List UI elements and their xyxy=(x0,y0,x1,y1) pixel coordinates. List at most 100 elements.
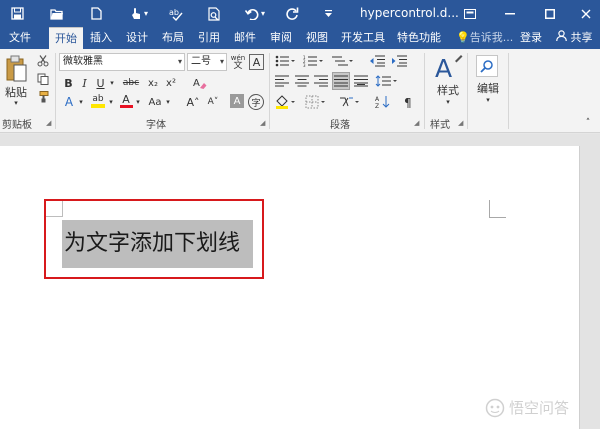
tab-file[interactable]: 文件 xyxy=(2,27,38,49)
separator xyxy=(269,53,270,129)
bold-button[interactable]: B xyxy=(62,75,75,91)
styles-button[interactable]: 样式 xyxy=(432,83,464,97)
tell-me-box[interactable]: 💡告诉我... xyxy=(456,27,513,49)
svg-text:¶: ¶ xyxy=(404,96,412,108)
shrink-font-button[interactable]: A˅ xyxy=(205,94,221,110)
change-case-button[interactable]: Aa xyxy=(146,94,164,110)
phonetic-guide-icon[interactable]: wén 文 xyxy=(230,52,246,72)
clipboard-launcher-icon[interactable]: ◢ xyxy=(46,119,51,127)
paragraph-launcher-icon[interactable]: ◢ xyxy=(414,119,419,127)
tab-design[interactable]: 设计 xyxy=(122,27,152,49)
touch-mode-icon[interactable]: ▾ xyxy=(124,0,154,27)
text-effects-chevron-icon[interactable]: ▾ xyxy=(77,94,85,110)
document-page[interactable] xyxy=(0,146,580,429)
cut-icon[interactable] xyxy=(36,54,50,68)
character-shading-button[interactable]: A xyxy=(230,94,244,108)
font-name-combo[interactable]: 微软雅黑 ▾ xyxy=(59,53,185,71)
tab-layout[interactable]: 布局 xyxy=(158,27,188,49)
chinese-layout-icon[interactable] xyxy=(338,94,362,110)
format-painter-icon[interactable] xyxy=(36,90,50,104)
tab-mailings[interactable]: 邮件 xyxy=(230,27,260,49)
tab-references[interactable]: 引用 xyxy=(194,27,224,49)
increase-indent-icon[interactable] xyxy=(390,54,408,68)
font-color-button[interactable]: A xyxy=(119,92,133,110)
find-icon[interactable] xyxy=(476,55,498,77)
chevron-down-icon: ▾ xyxy=(219,57,224,66)
open-folder-icon[interactable] xyxy=(44,0,70,27)
align-left-icon[interactable] xyxy=(274,73,290,89)
copy-icon[interactable] xyxy=(36,72,50,86)
font-color-chevron-icon[interactable]: ▾ xyxy=(134,94,142,110)
font-group-label: 字体 xyxy=(146,120,166,131)
align-center-icon[interactable] xyxy=(294,73,310,89)
svg-text:Z: Z xyxy=(375,103,379,109)
tab-home[interactable]: 开始 xyxy=(49,27,83,49)
justify-icon[interactable] xyxy=(332,72,350,90)
clear-formatting-icon[interactable]: A xyxy=(192,75,208,91)
show-hide-marks-icon[interactable]: ¶ xyxy=(402,94,418,110)
tab-developer[interactable]: 开发工具 xyxy=(338,27,388,49)
tab-special-features[interactable]: 特色功能 xyxy=(394,27,444,49)
separator xyxy=(424,53,425,129)
editing-button[interactable]: 编辑 xyxy=(472,81,504,95)
collapse-ribbon-icon[interactable]: ˄ xyxy=(582,117,594,129)
borders-icon[interactable] xyxy=(304,94,328,110)
sign-in-link[interactable]: 登录 xyxy=(520,27,542,49)
character-border-icon[interactable]: A xyxy=(249,54,264,70)
multilevel-list-icon[interactable] xyxy=(330,54,354,68)
subscript-button[interactable]: x₂ xyxy=(146,75,160,91)
text-effects-button[interactable]: A xyxy=(62,94,76,110)
sort-icon[interactable]: AZ xyxy=(374,94,392,110)
svg-text:3: 3 xyxy=(303,63,306,67)
tab-insert[interactable]: 插入 xyxy=(86,27,116,49)
superscript-button[interactable]: x² xyxy=(164,75,178,91)
shading-icon[interactable] xyxy=(274,94,298,110)
separator xyxy=(55,53,56,129)
highlight-button[interactable]: ab xyxy=(90,92,106,110)
spelling-check-icon[interactable]: ab xyxy=(164,0,188,27)
tab-review[interactable]: 审阅 xyxy=(266,27,296,49)
close-button[interactable] xyxy=(572,0,600,27)
new-document-icon[interactable] xyxy=(84,0,108,27)
tab-view[interactable]: 视图 xyxy=(302,27,332,49)
align-right-icon[interactable] xyxy=(313,73,329,89)
styles-gallery-icon[interactable]: A xyxy=(432,53,464,83)
share-button[interactable]: 共享 xyxy=(556,27,593,49)
title-bar: ▾ ab ▾ hypercontrol.d... xyxy=(0,0,600,27)
redo-icon[interactable] xyxy=(280,0,304,27)
styles-launcher-icon[interactable]: ◢ xyxy=(458,119,463,127)
save-icon[interactable] xyxy=(4,0,30,27)
paste-button[interactable]: 粘贴 xyxy=(2,85,30,99)
font-size-combo[interactable]: 二号 ▾ xyxy=(187,53,227,71)
print-preview-icon[interactable] xyxy=(202,0,226,27)
change-case-chevron-icon[interactable]: ▾ xyxy=(164,94,172,110)
distributed-align-icon[interactable] xyxy=(353,73,369,89)
ribbon-display-options-button[interactable] xyxy=(456,0,484,27)
underline-button[interactable]: U xyxy=(94,75,107,91)
grow-font-button[interactable]: A˄ xyxy=(185,94,201,110)
underline-chevron-icon[interactable]: ▾ xyxy=(108,75,116,91)
minimize-button[interactable] xyxy=(496,0,524,27)
person-icon xyxy=(556,30,571,44)
font-launcher-icon[interactable]: ◢ xyxy=(260,119,265,127)
styles-chevron-icon[interactable]: ▾ xyxy=(442,97,454,107)
enclose-characters-button[interactable]: 字 xyxy=(248,94,264,110)
numbering-icon[interactable]: 123 xyxy=(302,54,324,68)
undo-icon[interactable]: ▾ xyxy=(240,0,270,27)
decrease-indent-icon[interactable] xyxy=(368,54,386,68)
line-spacing-icon[interactable] xyxy=(374,73,398,89)
paste-options-chevron-icon[interactable]: ▾ xyxy=(10,98,22,108)
svg-text:A: A xyxy=(435,54,452,83)
maximize-button[interactable] xyxy=(536,0,564,27)
customize-qat-icon[interactable] xyxy=(318,0,338,27)
lightbulb-icon: 💡 xyxy=(456,31,470,44)
strikethrough-button[interactable]: abc xyxy=(120,75,142,91)
italic-button[interactable]: I xyxy=(78,75,91,91)
bullets-icon[interactable] xyxy=(274,54,296,68)
highlight-chevron-icon[interactable]: ▾ xyxy=(107,94,115,110)
editing-chevron-icon[interactable]: ▾ xyxy=(482,95,494,105)
clipboard-paste-icon[interactable] xyxy=(3,53,29,85)
highlight-color-bar xyxy=(91,104,105,108)
separator xyxy=(467,53,468,129)
chevron-down-icon: ▾ xyxy=(177,57,182,66)
